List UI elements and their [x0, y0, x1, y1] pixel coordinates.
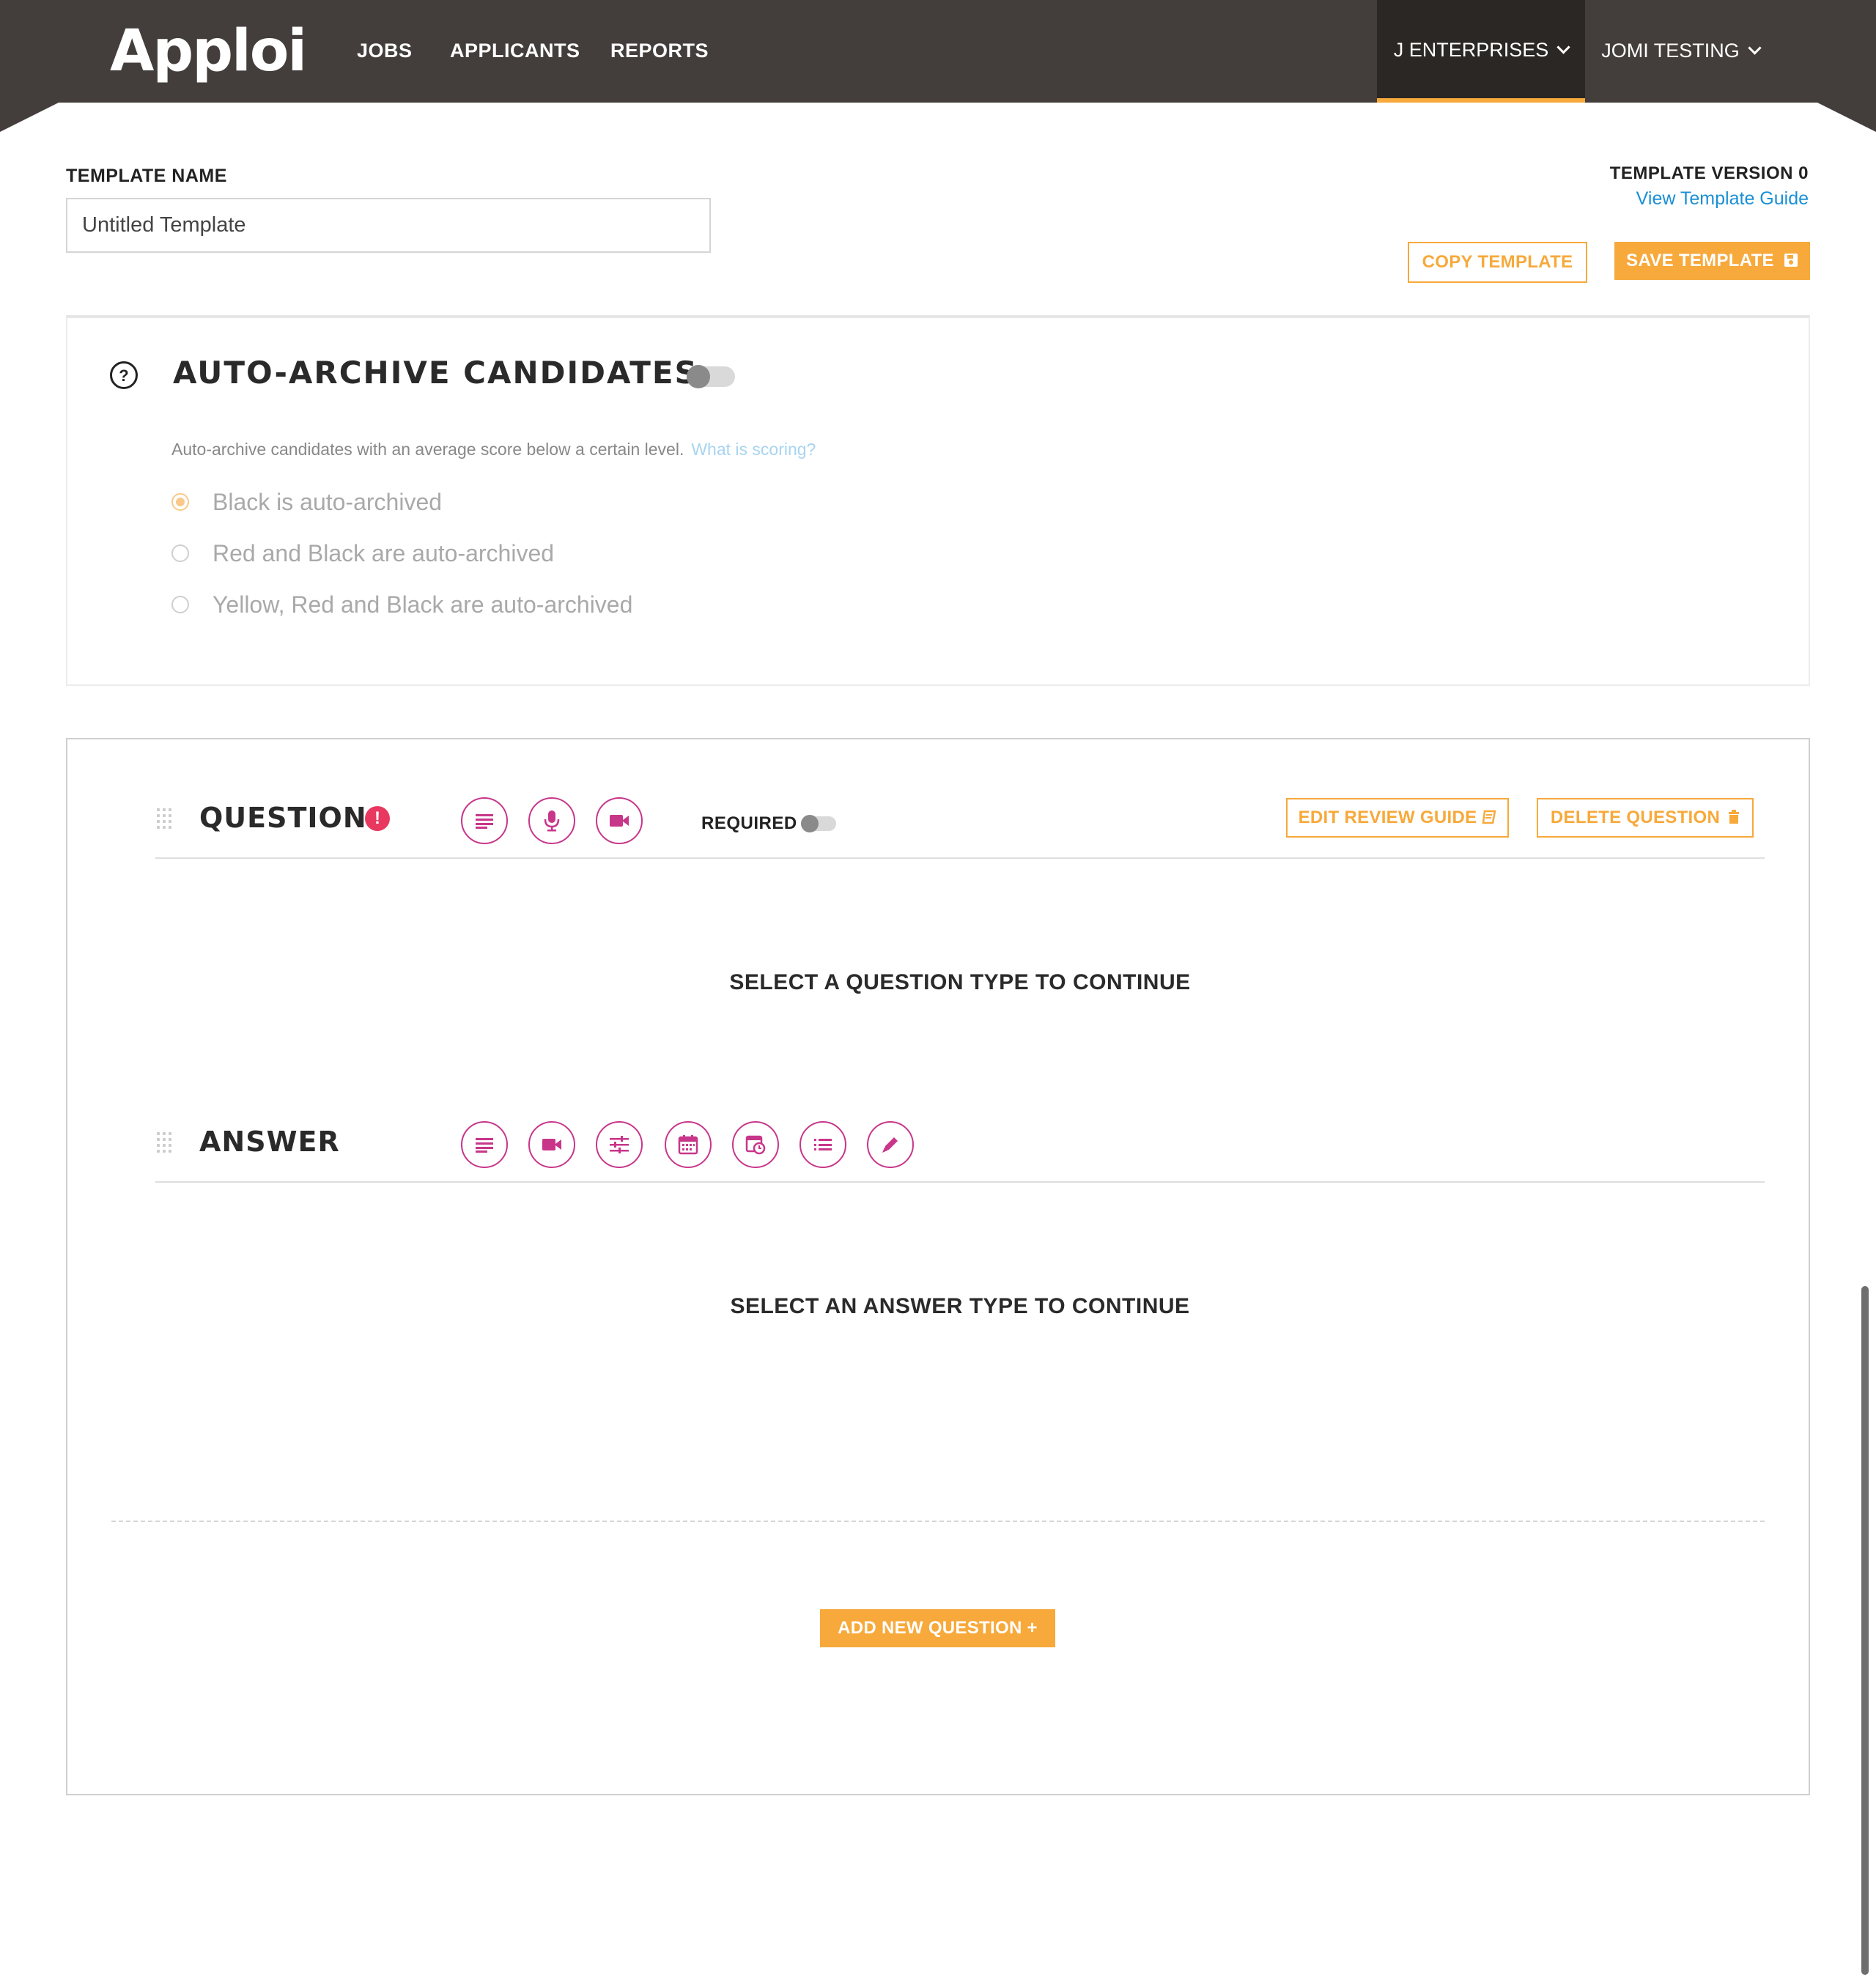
nav-applicants[interactable]: APPLICANTS	[450, 0, 580, 103]
what-is-scoring-link[interactable]: What is scoring?	[691, 440, 816, 459]
video-camera-icon[interactable]	[596, 797, 643, 844]
floppy-disk-icon	[1784, 253, 1798, 267]
save-template-label: SAVE TEMPLATE	[1626, 251, 1774, 270]
view-template-guide-link[interactable]: View Template Guide	[1636, 188, 1809, 210]
apploi-logo[interactable]: Apploi	[110, 15, 307, 88]
radio-option-label: Black is auto-archived	[213, 489, 443, 515]
template-name-label: TEMPLATE NAME	[66, 166, 227, 186]
list-icon[interactable]	[799, 1121, 846, 1168]
user-menu[interactable]: JOMI TESTING	[1585, 0, 1776, 103]
video-camera-icon[interactable]	[528, 1121, 575, 1168]
toggle-knob	[801, 815, 819, 832]
question-divider	[155, 857, 1765, 859]
header-wedge-left	[0, 103, 59, 132]
toggle-knob	[687, 365, 710, 388]
auto-archive-toggle[interactable]	[687, 365, 735, 388]
microphone-icon[interactable]	[528, 797, 575, 844]
dashed-separator	[111, 1521, 1765, 1522]
edit-review-guide-label: EDIT REVIEW GUIDE	[1298, 808, 1477, 827]
nav-jobs[interactable]: JOBS	[357, 0, 413, 103]
template-name-input[interactable]	[66, 198, 711, 253]
radio-option-yellow-red-black[interactable]: Yellow, Red and Black are auto-archived	[171, 591, 632, 618]
text-lines-icon[interactable]	[461, 1121, 508, 1168]
organization-menu[interactable]: J ENTERPRISES	[1377, 0, 1585, 103]
drag-handle-icon[interactable]	[157, 808, 171, 830]
add-new-question-button[interactable]: ADD NEW QUESTION +	[820, 1609, 1055, 1647]
radio-option-label: Yellow, Red and Black are auto-archived	[213, 591, 633, 618]
delete-question-button[interactable]: DELETE QUESTION	[1537, 798, 1754, 838]
radio-option-black[interactable]: Black is auto-archived	[171, 489, 442, 516]
radio-option-label: Red and Black are auto-archived	[213, 540, 555, 566]
copy-template-button[interactable]: COPY TEMPLATE	[1408, 242, 1587, 283]
answer-placeholder: SELECT AN ANSWER TYPE TO CONTINUE	[730, 1294, 1190, 1318]
auto-archive-title: AUTO-ARCHIVE CANDIDATES	[173, 355, 698, 391]
radio-option-red-black[interactable]: Red and Black are auto-archived	[171, 540, 554, 567]
edit-review-guide-button[interactable]: EDIT REVIEW GUIDE	[1286, 798, 1509, 838]
chevron-down-icon	[1556, 40, 1570, 54]
required-label: REQUIRED	[701, 813, 797, 833]
organization-menu-label: J ENTERPRISES	[1393, 39, 1549, 61]
calendar-icon[interactable]	[665, 1121, 712, 1168]
answer-title: ANSWER	[199, 1126, 340, 1158]
template-version-label: TEMPLATE VERSION 0	[1609, 163, 1809, 183]
text-lines-icon[interactable]	[461, 797, 508, 844]
radio-button[interactable]	[171, 595, 189, 613]
radio-button-selected[interactable]	[171, 492, 189, 511]
book-icon	[1482, 810, 1496, 824]
user-menu-label: JOMI TESTING	[1601, 40, 1740, 62]
header-wedge-right	[1817, 103, 1876, 132]
exclamation-icon: !	[365, 806, 390, 831]
required-toggle[interactable]	[801, 815, 836, 832]
question-mark-icon[interactable]: ?	[110, 361, 138, 389]
question-title: QUESTION	[199, 802, 367, 834]
chevron-down-icon	[1748, 41, 1762, 55]
save-template-button[interactable]: SAVE TEMPLATE	[1614, 242, 1810, 280]
schedule-icon[interactable]	[732, 1121, 779, 1168]
question-placeholder: SELECT A QUESTION TYPE TO CONTINUE	[729, 970, 1191, 994]
pen-icon[interactable]	[867, 1121, 914, 1168]
trash-icon	[1729, 809, 1740, 824]
auto-archive-description-text: Auto-archive candidates with an average …	[171, 440, 684, 459]
answer-divider	[155, 1181, 1765, 1183]
drag-handle-icon[interactable]	[157, 1132, 171, 1154]
vertical-scrollbar[interactable]	[1861, 1286, 1869, 1975]
delete-question-label: DELETE QUESTION	[1550, 808, 1721, 827]
radio-button[interactable]	[171, 544, 189, 562]
nav-reports[interactable]: REPORTS	[610, 0, 709, 103]
sliders-icon[interactable]	[596, 1121, 643, 1168]
auto-archive-description: Auto-archive candidates with an average …	[171, 440, 816, 459]
